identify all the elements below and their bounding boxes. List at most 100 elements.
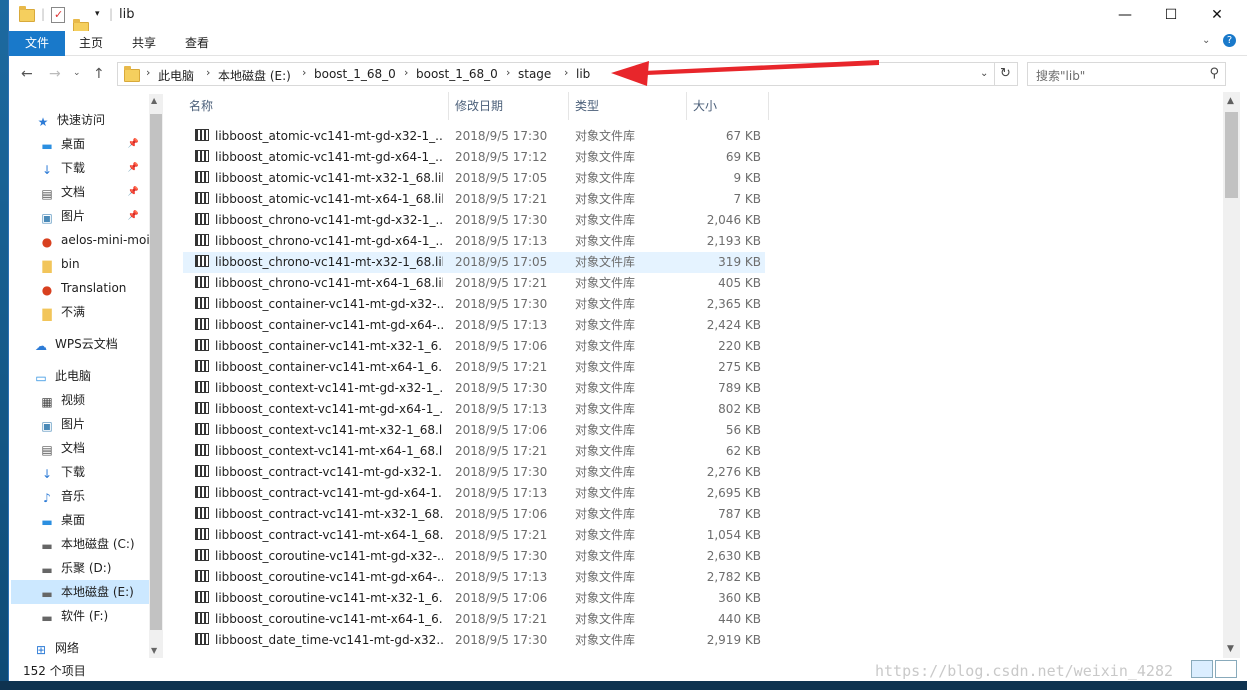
scroll-up-arrow-icon[interactable]: ▲ — [151, 96, 157, 105]
file-type: 对象文件库 — [575, 213, 636, 227]
file-row[interactable]: libboost_context-vc141-mt-x32-1_68.lib 20… — [183, 420, 765, 441]
large-icons-view-icon[interactable] — [1215, 660, 1237, 678]
file-row[interactable]: libboost_context-vc141-mt-gd-x32-1_... 20… — [183, 378, 765, 399]
forward-arrow-icon[interactable]: → — [49, 66, 61, 82]
tab-view[interactable]: 查看 — [175, 31, 219, 56]
file-row[interactable]: libboost_atomic-vc141-mt-gd-x64-1_... 201… — [183, 147, 765, 168]
file-row[interactable]: libboost_coroutine-vc141-mt-x32-1_6... 20… — [183, 588, 765, 609]
scroll-up-arrow-icon[interactable]: ▲ — [1227, 96, 1234, 106]
file-row[interactable]: libboost_coroutine-vc141-mt-gd-x64-... 20… — [183, 567, 765, 588]
file-row[interactable]: libboost_chrono-vc141-mt-x64-1_68.lib 201… — [183, 273, 765, 294]
sidebar-item[interactable]: ♪ 音乐 — [39, 484, 151, 508]
sidebar-item[interactable]: ↓ 下载 — [39, 460, 151, 484]
breadcrumb-separator-icon[interactable]: › — [404, 66, 408, 79]
tab-file[interactable]: 文件 — [9, 31, 65, 56]
search-input[interactable]: 搜索"lib" — [1036, 67, 1085, 84]
sidebar-item[interactable]: ▬ 本地磁盘 (E:) — [11, 580, 149, 604]
sidebar-item-label: bin — [61, 257, 80, 271]
file-row[interactable]: libboost_contract-vc141-mt-x32-1_68.... 2… — [183, 504, 765, 525]
file-row[interactable]: libboost_contract-vc141-mt-x64-1_68.... 2… — [183, 525, 765, 546]
breadcrumb-drive-e[interactable]: 本地磁盘 (E:) — [218, 67, 291, 84]
file-name: libboost_coroutine-vc141-mt-gd-x64-... — [215, 570, 443, 584]
pin-icon[interactable]: 📌 — [128, 180, 139, 204]
address-dropdown-chevron-icon[interactable]: ⌄ — [980, 68, 988, 79]
maximize-button[interactable]: ☐ — [1148, 0, 1194, 31]
search-box[interactable]: 搜索"lib" ⚲ — [1027, 62, 1226, 86]
annotation-arrow — [611, 60, 879, 86]
refresh-icon[interactable]: ↻ — [1000, 66, 1011, 81]
sidebar-item-label: 乐聚 (D:) — [61, 561, 112, 575]
sidebar-item[interactable]: ▤ 文档 — [39, 436, 151, 460]
sidebar-item[interactable]: ● aelos-mini-moi — [39, 228, 151, 252]
sidebar-item[interactable]: ▇ 不满 — [39, 300, 151, 324]
sidebar-item[interactable]: ▤ 文档 📌 — [39, 180, 151, 204]
file-row[interactable]: libboost_context-vc141-mt-gd-x64-1_... 20… — [183, 399, 765, 420]
column-header-name[interactable]: 名称 — [183, 92, 449, 120]
column-header-date[interactable]: 修改日期 — [449, 92, 569, 120]
sidebar-item[interactable]: ▬ 本地磁盘 (C:) — [39, 532, 151, 556]
sidebar-item[interactable]: ● Translation — [39, 276, 151, 300]
help-icon[interactable]: ? — [1223, 34, 1236, 47]
close-button[interactable]: ✕ — [1194, 0, 1240, 31]
sidebar-item[interactable]: ▭ 此电脑 — [33, 364, 145, 388]
file-row[interactable]: libboost_context-vc141-mt-x64-1_68.lib 20… — [183, 441, 765, 462]
file-row[interactable]: libboost_coroutine-vc141-mt-x64-1_6... 20… — [183, 609, 765, 630]
search-icon[interactable]: ⚲ — [1209, 66, 1219, 81]
breadcrumb-this-pc[interactable]: 此电脑 — [158, 67, 194, 84]
file-row[interactable]: libboost_container-vc141-mt-gd-x64-... 20… — [183, 315, 765, 336]
recent-locations-chevron-icon[interactable]: ⌄ — [73, 68, 81, 78]
file-row[interactable]: libboost_chrono-vc141-mt-gd-x32-1_... 201… — [183, 210, 765, 231]
details-view-icon[interactable] — [1191, 660, 1213, 678]
sidebar-item[interactable]: ▣ 图片 — [39, 412, 151, 436]
sidebar-item[interactable]: ↓ 下载 📌 — [39, 156, 151, 180]
breadcrumb-separator-icon[interactable]: › — [146, 66, 150, 79]
sidebar-item[interactable]: ▬ 乐聚 (D:) — [39, 556, 151, 580]
sidebar-item[interactable]: ⊞ 网络 — [33, 636, 145, 660]
pin-icon[interactable]: 📌 — [128, 132, 139, 156]
breadcrumb-separator-icon[interactable]: › — [506, 66, 510, 79]
sidebar-item[interactable]: ★ 快速访问 — [35, 108, 147, 132]
file-row[interactable]: libboost_container-vc141-mt-x32-1_6... 20… — [183, 336, 765, 357]
pin-icon[interactable]: 📌 — [128, 204, 139, 228]
properties-icon[interactable]: ✓ — [51, 7, 65, 23]
sidebar-item[interactable]: ▦ 视频 — [39, 388, 151, 412]
sidebar-scrollbar-thumb[interactable] — [150, 114, 162, 630]
sidebar-item[interactable]: ▇ bin — [39, 252, 151, 276]
minimize-button[interactable]: — — [1102, 0, 1148, 31]
breadcrumb-lib[interactable]: lib — [576, 67, 590, 81]
file-list-scrollbar-thumb[interactable] — [1225, 112, 1238, 198]
tab-share[interactable]: 共享 — [122, 31, 166, 56]
file-row[interactable]: libboost_contract-vc141-mt-gd-x64-1... 20… — [183, 483, 765, 504]
pin-icon[interactable]: 📌 — [128, 156, 139, 180]
scroll-down-arrow-icon[interactable]: ▼ — [1227, 644, 1234, 654]
sidebar-item[interactable]: ▬ 桌面 📌 — [39, 132, 151, 156]
breadcrumb-boost-outer[interactable]: boost_1_68_0 — [314, 67, 396, 81]
sidebar-item[interactable]: ▬ 桌面 — [39, 508, 151, 532]
file-row[interactable]: libboost_atomic-vc141-mt-x32-1_68.lib 201… — [183, 168, 765, 189]
file-row[interactable]: libboost_atomic-vc141-mt-gd-x32-1_... 201… — [183, 126, 765, 147]
breadcrumb-separator-icon[interactable]: › — [564, 66, 568, 79]
back-arrow-icon[interactable]: ← — [21, 66, 33, 82]
scroll-down-arrow-icon[interactable]: ▼ — [151, 646, 157, 655]
breadcrumb-boost-inner[interactable]: boost_1_68_0 — [416, 67, 498, 81]
sidebar-item[interactable]: ▬ 软件 (F:) — [39, 604, 151, 628]
file-row[interactable]: libboost_container-vc141-mt-x64-1_6... 20… — [183, 357, 765, 378]
ribbon-expand-chevron-icon[interactable]: ⌄ — [1202, 35, 1210, 46]
file-size: 319 KB — [718, 255, 761, 269]
up-arrow-icon[interactable]: ↑ — [93, 66, 105, 82]
sidebar-item[interactable]: ☁ WPS云文档 — [33, 332, 145, 356]
customize-toolbar-chevron-icon[interactable]: ▾ — [95, 9, 100, 25]
sidebar-item[interactable]: ▣ 图片 📌 — [39, 204, 151, 228]
drive-icon: ▬ — [41, 587, 53, 601]
file-row[interactable]: libboost_contract-vc141-mt-gd-x32-1... 20… — [183, 462, 765, 483]
breadcrumb-separator-icon[interactable]: › — [302, 66, 306, 79]
file-row[interactable]: libboost_coroutine-vc141-mt-gd-x32-... 20… — [183, 546, 765, 567]
file-row[interactable]: libboost_atomic-vc141-mt-x64-1_68.lib 201… — [183, 189, 765, 210]
tab-home[interactable]: 主页 — [69, 31, 113, 56]
file-row[interactable]: libboost_date_time-vc141-mt-gd-x32... 201… — [183, 630, 765, 651]
breadcrumb-separator-icon[interactable]: › — [206, 66, 210, 79]
file-row[interactable]: libboost_chrono-vc141-mt-x32-1_68.lib 201… — [183, 252, 765, 273]
file-row[interactable]: libboost_chrono-vc141-mt-gd-x64-1_... 201… — [183, 231, 765, 252]
breadcrumb-stage[interactable]: stage — [518, 67, 551, 81]
file-row[interactable]: libboost_container-vc141-mt-gd-x32-... 20… — [183, 294, 765, 315]
